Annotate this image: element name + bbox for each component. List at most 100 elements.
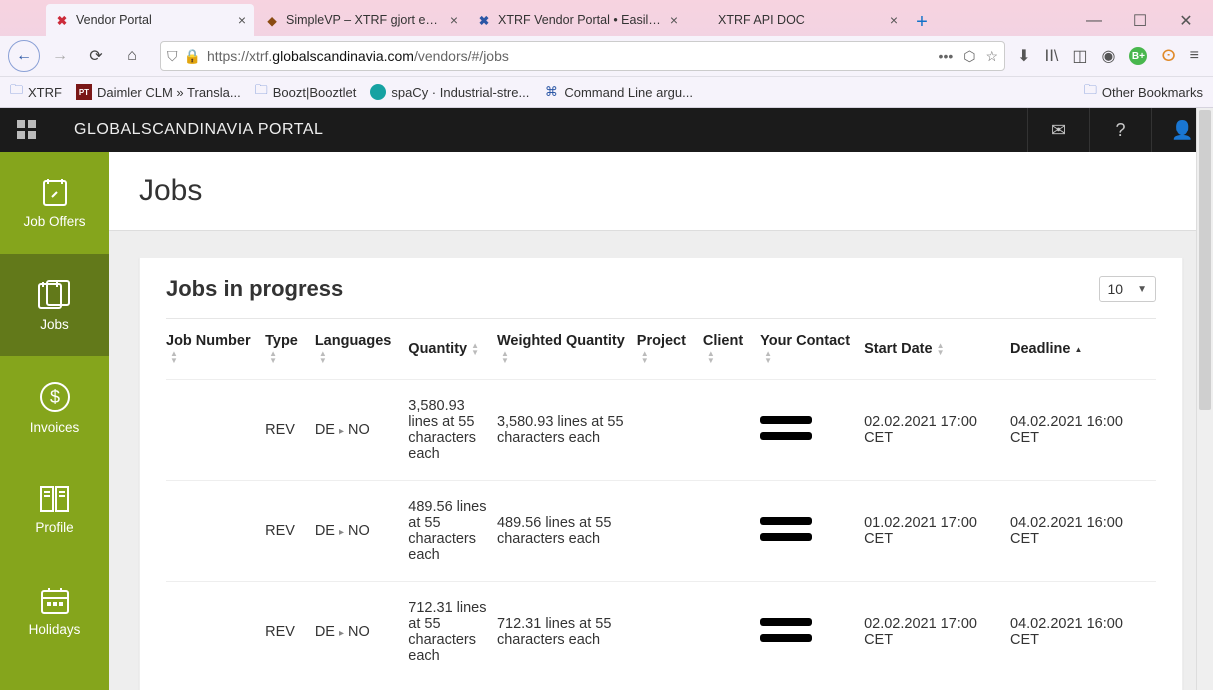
address-bar: ← → ⟳ ⌂ ⛉ 🔒 https://xtrf.globalscandinav… [0,36,1213,76]
app-viewport: GLOBALSCANDINAVIA PORTAL ✉ ? 👤 Job Offer… [0,108,1213,690]
tab-favicon: ✖ [476,12,492,28]
col-weighted-quantity[interactable]: Weighted Quantity▲▼ [497,319,637,380]
other-bookmarks[interactable]: 🗀Other Bookmarks [1084,81,1203,103]
cell-type: REV [265,481,315,582]
vertical-scrollbar[interactable] [1196,108,1213,690]
bookmark-daimler[interactable]: PTDaimler CLM » Transla... [76,84,241,100]
sidebar-item-label: Job Offers [23,214,85,229]
favicon: PT [76,84,92,100]
account-icon[interactable]: ◉ [1101,46,1115,66]
cell-type: REV [265,380,315,481]
close-icon[interactable]: × [890,13,898,27]
meatballs-icon[interactable]: ••• [939,48,954,64]
mail-button[interactable]: ✉ [1027,108,1089,152]
help-button[interactable]: ? [1089,108,1151,152]
cell-contact [760,582,864,683]
extension-badge[interactable]: B+ [1129,47,1147,65]
sidebar-item-jobs[interactable]: Jobs [0,254,109,356]
sidebar-item-label: Holidays [29,622,81,637]
sidebar-item-invoices[interactable]: $ Invoices [0,356,109,458]
home-button[interactable]: ⌂ [116,40,148,72]
library-icon[interactable]: ⅠⅠ\ [1044,46,1058,66]
page-size-value: 10 [1108,281,1124,297]
tab-xtrf-api[interactable]: XTRF API DOC × [688,4,906,36]
col-client[interactable]: Client▲▼ [703,319,760,380]
col-start-date[interactable]: Start Date▲▼ [864,319,1010,380]
cell-languages: DE▸NO [315,582,408,683]
bookmark-cmdline[interactable]: ⌘Command Line argu... [543,84,693,100]
sidebar-item-job-offers[interactable]: Job Offers [0,152,109,254]
cell-deadline: 04.02.2021 16:00 CET [1010,380,1156,481]
sidebar-item-label: Profile [35,520,73,535]
bookmarks-bar: 🗀XTRF PTDaimler CLM » Transla... 🗀Boozt|… [0,76,1213,108]
tab-label: Vendor Portal [76,13,230,27]
cell-type: REV [265,582,315,683]
invoices-icon: $ [38,380,72,414]
url-input[interactable]: ⛉ 🔒 https://xtrf.globalscandinavia.com/v… [160,41,1005,71]
reload-button[interactable]: ⟳ [80,40,112,72]
browser-chrome: ✖ Vendor Portal × ◆ SimpleVP – XTRF gjor… [0,0,1213,108]
favicon: ⌘ [543,84,559,100]
tab-label: XTRF Vendor Portal • Easily man [498,13,662,27]
back-button[interactable]: ← [8,40,40,72]
minimize-button[interactable]: — [1071,6,1117,36]
tab-vendor-portal[interactable]: ✖ Vendor Portal × [46,4,254,36]
tab-label: XTRF API DOC [718,13,882,27]
tab-label: SimpleVP – XTRF gjort enkelt! | [286,13,442,27]
col-languages[interactable]: Languages▲▼ [315,319,408,380]
page-size-select[interactable]: 10 ▼ [1099,276,1156,302]
sidebar-icon[interactable]: ◫ [1072,46,1087,66]
menu-icon[interactable]: ≡ [1190,47,1199,65]
pocket-icon[interactable]: ⬡ [963,48,975,65]
apps-icon[interactable] [0,120,54,140]
bookmark-spacy[interactable]: spaCy · Industrial-stre... [370,84,529,100]
col-quantity[interactable]: Quantity▲▼ [408,319,497,380]
rss-icon[interactable]: ⵙ [1161,46,1175,66]
jobs-card: Jobs in progress 10 ▼ Job Number▲▼ Type▲… [139,257,1183,690]
col-type[interactable]: Type▲▼ [265,319,315,380]
maximize-button[interactable]: ☐ [1117,6,1163,36]
col-your-contact[interactable]: Your Contact▲▼ [760,319,864,380]
joboffers-icon [38,178,72,208]
bookmark-xtrf[interactable]: 🗀XTRF [10,81,62,103]
downloads-icon[interactable]: ⬇ [1017,46,1030,66]
forward-button[interactable]: → [44,40,76,72]
cell-deadline: 04.02.2021 16:00 CET [1010,481,1156,582]
chevron-down-icon: ▼ [1137,284,1147,295]
close-icon[interactable]: × [670,13,678,27]
card-heading: Jobs in progress [166,276,343,302]
tab-xtrf-portal[interactable]: ✖ XTRF Vendor Portal • Easily man × [468,4,686,36]
sidebar-item-holidays[interactable]: Holidays [0,560,109,662]
table-row[interactable]: REV DE▸NO 712.31 lines at 55 characters … [166,582,1156,683]
close-icon[interactable]: × [238,13,246,27]
close-window-button[interactable]: ✕ [1163,6,1209,36]
cell-start: 02.02.2021 17:00 CET [864,380,1010,481]
profile-icon [38,484,72,514]
cell-start: 02.02.2021 17:00 CET [864,582,1010,683]
star-icon[interactable]: ☆ [986,48,999,65]
holidays-icon [38,586,72,616]
toolbar-icons: ⬇ ⅠⅠ\ ◫ ◉ B+ ⵙ ≡ [1017,46,1205,66]
folder-icon: 🗀 [1084,81,1097,103]
col-project[interactable]: Project▲▼ [637,319,703,380]
cell-languages: DE▸NO [315,380,408,481]
cell-weighted: 712.31 lines at 55 characters each [497,582,637,683]
new-tab-button[interactable]: + [908,8,936,36]
tab-simplevp[interactable]: ◆ SimpleVP – XTRF gjort enkelt! | × [256,4,466,36]
close-icon[interactable]: × [450,13,458,27]
app-title: GLOBALSCANDINAVIA PORTAL [74,121,323,139]
cell-quantity: 712.31 lines at 55 characters each [408,582,497,683]
cell-deadline: 04.02.2021 16:00 CET [1010,582,1156,683]
sidebar-item-profile[interactable]: Profile [0,458,109,560]
content-area: Jobs Jobs in progress 10 ▼ Job Number▲▼ … [109,152,1213,690]
scrollbar-thumb[interactable] [1199,110,1211,410]
table-row[interactable]: REV DE▸NO 489.56 lines at 55 characters … [166,481,1156,582]
col-job-number[interactable]: Job Number▲▼ [166,319,265,380]
jobs-icon [36,279,74,311]
col-deadline[interactable]: Deadline▲ [1010,319,1156,380]
bookmark-boozt[interactable]: 🗀Boozt|Booztlet [255,81,357,103]
cell-contact [760,380,864,481]
table-row[interactable]: REV DE▸NO 3,580.93 lines at 55 character… [166,380,1156,481]
page-title: Jobs [109,152,1213,231]
folder-icon: 🗀 [255,81,268,103]
